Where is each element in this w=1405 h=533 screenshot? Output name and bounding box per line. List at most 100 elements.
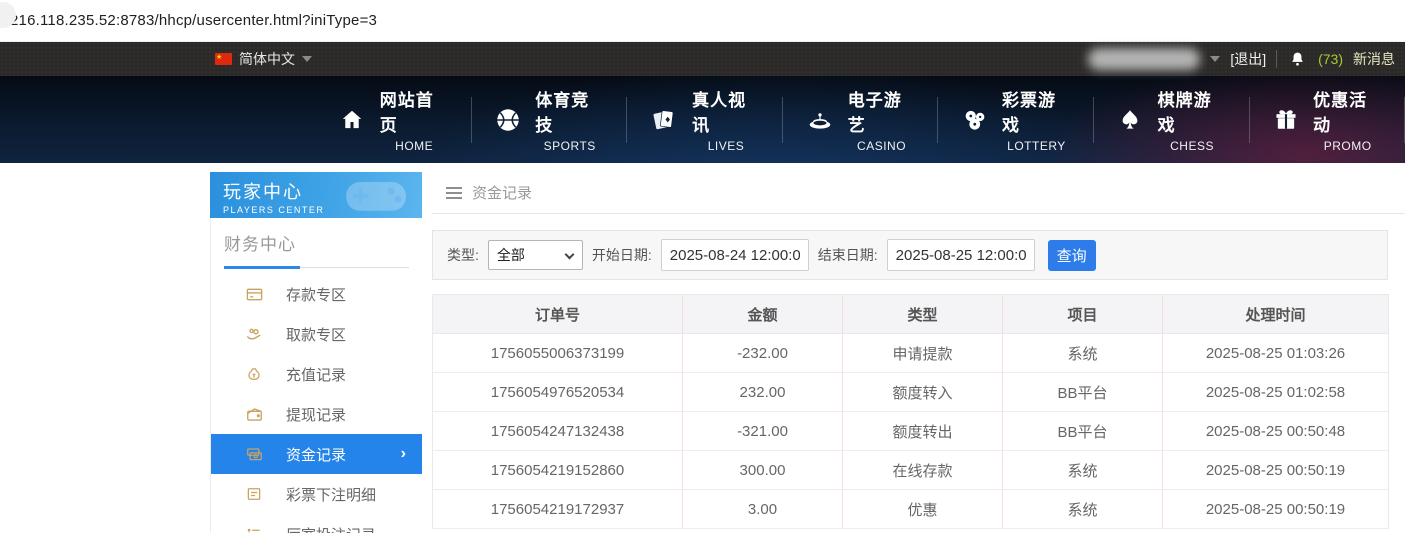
wallet-icon <box>244 405 264 424</box>
sidebar-item-funds-records[interactable]: 资金记录 › <box>211 434 422 474</box>
sidebar-item-label: 资金记录 <box>286 444 346 465</box>
language-selector[interactable]: ★ 简体中文 <box>215 49 312 69</box>
main-panel: 资金记录 类型: 全部 开始日期: 结束日期: 查询 订单号金额类型项目处理时间… <box>432 172 1405 529</box>
nav-item-lives[interactable]: 真人视讯LIVES <box>627 90 782 150</box>
nav-item-chess[interactable]: 棋牌游戏CHESS <box>1094 90 1249 150</box>
sidebar-item-label: 充值记录 <box>286 364 346 385</box>
nav-label: 电子游艺CASINO <box>848 86 916 153</box>
language-label: 简体中文 <box>239 49 295 69</box>
home-icon <box>338 107 367 133</box>
nav-item-promo[interactable]: 优惠活动PROMO <box>1249 90 1404 150</box>
start-date-input[interactable] <box>661 239 809 271</box>
table-row: 1756054247132438-321.00额度转出BB平台2025-08-2… <box>433 412 1389 451</box>
cell-project: BB平台 <box>1003 412 1163 451</box>
nav-item-sports[interactable]: 体育竞技SPORTS <box>472 90 627 150</box>
table-header-row: 订单号金额类型项目处理时间 <box>433 295 1389 334</box>
nav-label: 真人视讯LIVES <box>692 86 760 153</box>
topbar: ★ 简体中文 [退出] (73) 新消息 <box>0 42 1405 76</box>
page-title: 资金记录 <box>472 182 532 203</box>
china-flag-icon: ★ <box>215 53 232 65</box>
cell-amount: 300.00 <box>683 451 843 490</box>
menu-icon[interactable] <box>446 187 462 199</box>
chevron-right-icon: › <box>401 445 406 463</box>
nav-label: 棋牌游戏CHESS <box>1158 86 1227 153</box>
cell-order-no: 1756054247132438 <box>433 412 683 451</box>
nav-item-home[interactable]: 网站首页HOME <box>316 90 471 150</box>
document-icon <box>244 485 264 503</box>
query-button[interactable]: 查询 <box>1048 240 1096 271</box>
nav-label: 彩票游戏LOTTERY <box>1002 86 1071 153</box>
filter-bar: 类型: 全部 开始日期: 结束日期: 查询 <box>432 230 1388 280</box>
hand-coin-icon <box>244 325 264 344</box>
sidebar-item-withdraw-zone[interactable]: 取款专区 <box>211 314 422 354</box>
cell-processed-time: 2025-08-25 00:50:48 <box>1163 412 1389 451</box>
type-select[interactable]: 全部 <box>488 240 583 270</box>
cell-processed-time: 2025-08-25 01:03:26 <box>1163 334 1389 373</box>
username-redacted <box>1088 48 1200 70</box>
main-nav: 网站首页HOME 体育竞技SPORTS 真人视讯LIVES 电子游艺CASINO… <box>0 76 1405 163</box>
gamepad-icon <box>336 174 416 218</box>
new-message-link[interactable]: 新消息 <box>1353 49 1395 69</box>
sidebar-item-lottery-bet-details[interactable]: 彩票下注明细 <box>211 474 422 514</box>
lottery-balls-icon <box>960 106 989 134</box>
logout-button[interactable]: [退出] <box>1230 49 1266 69</box>
sidebar-item-label: 取款专区 <box>286 324 346 345</box>
url-text[interactable]: 216.118.235.52:8783/hhcp/usercenter.html… <box>10 12 377 29</box>
cards-icon <box>649 106 679 134</box>
browser-url-bar[interactable]: 216.118.235.52:8783/hhcp/usercenter.html… <box>0 0 1405 42</box>
money-bag-icon <box>244 365 264 384</box>
cell-amount: 232.00 <box>683 373 843 412</box>
sidebar-item-label: 厅室投注记录 <box>286 524 376 533</box>
nav-item-casino[interactable]: 电子游艺CASINO <box>783 90 938 150</box>
banknotes-icon <box>244 445 264 464</box>
col-header-processed-time: 处理时间 <box>1163 295 1389 334</box>
cell-type: 优惠 <box>843 490 1003 529</box>
table-row: 1756054219152860300.00在线存款系统2025-08-25 0… <box>433 451 1389 490</box>
nav-label: 体育竞技SPORTS <box>535 86 604 153</box>
cell-project: 系统 <box>1003 334 1163 373</box>
cell-project: BB平台 <box>1003 373 1163 412</box>
divider <box>1276 50 1277 68</box>
end-date-input[interactable] <box>887 239 1035 271</box>
sidebar-item-recharge-records[interactable]: 充值记录 <box>211 354 422 394</box>
nav-item-lottery[interactable]: 彩票游戏LOTTERY <box>938 90 1093 150</box>
col-header-amount: 金额 <box>683 295 843 334</box>
spade-icon <box>1116 106 1145 134</box>
message-count-badge[interactable]: (73) <box>1318 51 1343 67</box>
sidebar-item-withdraw-records[interactable]: 提现记录 <box>211 394 422 434</box>
bell-icon[interactable] <box>1289 50 1306 68</box>
section-underline <box>224 267 409 268</box>
cell-type: 在线存款 <box>843 451 1003 490</box>
cell-type: 额度转入 <box>843 373 1003 412</box>
players-center-header: 玩家中心 PLAYERS CENTER <box>210 172 422 218</box>
sidebar-item-label: 提现记录 <box>286 404 346 425</box>
sidebar-menu: 存款专区 取款专区 充值记录 提现记录 资金记录 › 彩票下注明细 <box>211 274 422 533</box>
nav-label: 优惠活动PROMO <box>1313 86 1382 153</box>
funds-record-table: 订单号金额类型项目处理时间 1756055006373199-232.00申请提… <box>432 294 1389 529</box>
content: 玩家中心 PLAYERS CENTER 财务中心 存款专区 取款专区 充值记录 <box>0 163 1405 533</box>
col-header-project: 项目 <box>1003 295 1163 334</box>
breadcrumb: 资金记录 <box>432 172 1405 214</box>
nav-label: 网站首页HOME <box>380 86 449 153</box>
cell-amount: -321.00 <box>683 412 843 451</box>
basketball-icon <box>494 106 523 134</box>
list-icon <box>244 525 264 533</box>
sidebar-item-label: 彩票下注明细 <box>286 484 376 505</box>
gift-icon <box>1271 106 1300 134</box>
finance-center-title: 财务中心 <box>211 218 422 268</box>
col-header-order-no: 订单号 <box>433 295 683 334</box>
cell-project: 系统 <box>1003 451 1163 490</box>
cell-order-no: 1756054219152860 <box>433 451 683 490</box>
end-date-label: 结束日期: <box>818 245 878 265</box>
start-date-label: 开始日期: <box>592 245 652 265</box>
type-label: 类型: <box>447 245 479 265</box>
roulette-icon <box>805 106 835 134</box>
sidebar-item-room-bet-records[interactable]: 厅室投注记录 <box>211 514 422 533</box>
cell-processed-time: 2025-08-25 00:50:19 <box>1163 490 1389 529</box>
cell-type: 额度转出 <box>843 412 1003 451</box>
chevron-down-icon[interactable] <box>1210 56 1220 62</box>
sidebar-item-deposit-zone[interactable]: 存款专区 <box>211 274 422 314</box>
cell-amount: -232.00 <box>683 334 843 373</box>
sidebar-body: 财务中心 存款专区 取款专区 充值记录 提现记录 资金记录 › <box>210 218 422 533</box>
col-header-type: 类型 <box>843 295 1003 334</box>
